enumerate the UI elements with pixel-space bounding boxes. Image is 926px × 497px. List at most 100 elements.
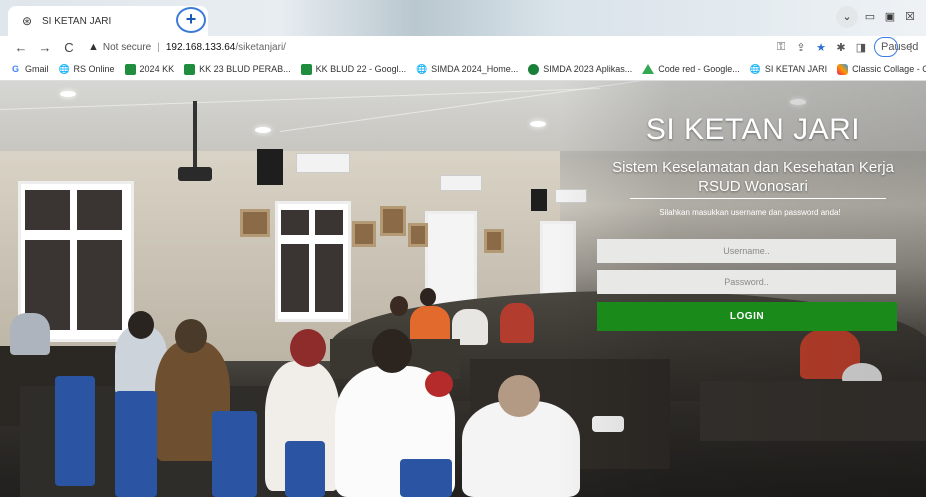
bookmark-item[interactable]: 🌐 RS Online	[59, 64, 115, 75]
globe-icon: 🌐	[416, 63, 428, 74]
bookmark-label: Code red - Google...	[658, 64, 740, 74]
bookmark-label: Gmail	[25, 64, 49, 74]
window-pane	[77, 240, 122, 330]
app-subtitle-line: RSUD Wonosari	[698, 178, 808, 195]
bookmark-label: SIMDA 2024_Home...	[431, 64, 519, 74]
minimize-icon[interactable]: ▭	[862, 9, 878, 25]
sheets-icon	[184, 63, 196, 75]
dot-icon	[528, 63, 540, 75]
window-pane	[281, 210, 309, 235]
chair	[400, 459, 452, 497]
bookmark-item[interactable]: 🌐 SI KETAN JARI	[750, 64, 827, 75]
globe-icon: 🌐	[749, 63, 762, 74]
not-secure-label: Not secure	[102, 41, 152, 53]
person-head	[372, 329, 412, 373]
bookmark-item[interactable]: SIMDA 2023 Aplikas...	[528, 63, 633, 75]
wall-frame	[484, 229, 504, 253]
speaker	[531, 189, 547, 211]
wall-frame	[240, 209, 270, 237]
bookmark-item[interactable]: G Gmail	[10, 64, 49, 75]
bookmark-item[interactable]: 2024 KK	[124, 63, 174, 75]
globe-icon: ⊛	[21, 14, 33, 28]
window-pane	[315, 210, 343, 235]
window-pane	[281, 244, 309, 312]
close-window-icon[interactable]: ☒	[902, 9, 918, 25]
chair	[115, 391, 157, 497]
extensions-icon[interactable]: ✱	[834, 41, 848, 54]
ceiling-light	[60, 91, 76, 97]
login-page: SI KETAN JARI Sistem Keselamatan dan Kes…	[0, 81, 926, 497]
bookmark-item[interactable]: 🌐 SIMDA 2024_Home...	[416, 64, 518, 75]
bookmark-item[interactable]: KK BLUD 22 - Googl...	[300, 63, 407, 75]
omnibox[interactable]: ▲ Not secure | 192.168.133.64 /siketanja…	[88, 41, 774, 53]
window	[275, 201, 351, 322]
toolbar-icons: ⚿ ⇪ ★ ✱ ◨ Paused ⋮	[774, 37, 918, 57]
bookmark-star-icon[interactable]: ★	[814, 41, 828, 54]
chair	[285, 441, 325, 497]
share-icon[interactable]: ⇪	[794, 41, 808, 54]
address-bar-row: ← → C ▲ Not secure | 192.168.133.64 /sik…	[0, 36, 926, 58]
person-head	[175, 319, 207, 353]
bookmarks-bar: G Gmail 🌐 RS Online 2024 KK KK 23 BLUD PERAB.…	[0, 58, 926, 81]
chair	[212, 411, 257, 497]
app-subtitle: Sistem Keselamatan dan Kesehatan Kerja R…	[605, 158, 901, 196]
bookmark-label: SIMDA 2023 Aplikas...	[543, 64, 633, 74]
person-head	[498, 375, 540, 417]
window-pane	[77, 190, 122, 230]
url-path: /siketanjari/	[235, 41, 286, 53]
bookmark-label: SI KETAN JARI	[764, 64, 828, 74]
window-pane	[25, 190, 70, 230]
profile-status: Paused	[881, 41, 919, 53]
person-head	[128, 311, 154, 339]
username-input[interactable]	[597, 239, 896, 263]
ceiling-light	[255, 127, 271, 133]
side-panel-icon[interactable]: ◨	[854, 41, 868, 54]
bookmark-label: KK BLUD 22 - Googl...	[315, 64, 407, 74]
app-subtitle-line: Sistem Keselamatan dan Kesehatan Kerja	[612, 159, 894, 176]
flower-arrangement	[425, 371, 453, 397]
login-button[interactable]: LOGIN	[597, 302, 897, 331]
tab-strip: ⊛ SI KETAN JARI × + ⌄ ▭ ▣ ☒	[0, 0, 926, 36]
window-pane	[315, 244, 343, 312]
back-button[interactable]: ←	[12, 40, 30, 55]
password-input[interactable]	[597, 270, 896, 294]
drive-icon	[642, 64, 655, 74]
air-conditioner	[440, 175, 482, 191]
bookmark-label: KK 23 BLUD PERAB...	[199, 64, 291, 74]
seated-person	[10, 313, 50, 355]
audience-head	[390, 296, 408, 316]
ceiling-light	[530, 121, 546, 127]
menu-icon[interactable]: ⋮	[904, 41, 918, 54]
app-title: SI KETAN JARI	[645, 113, 861, 146]
bookmark-label: RS Online	[73, 64, 115, 74]
maximize-icon[interactable]: ▣	[882, 9, 898, 25]
speaker	[257, 149, 283, 185]
bookmark-item[interactable]: KK 23 BLUD PERAB...	[184, 63, 291, 75]
chevron-down-icon[interactable]: ⌄	[836, 6, 858, 28]
tab-title: SI KETAN JARI	[42, 15, 112, 27]
warning-icon[interactable]: ▲	[88, 41, 99, 53]
bookmark-item[interactable]: Classic Collage - Co...	[837, 63, 926, 75]
collage-icon	[837, 63, 849, 75]
audience-head	[420, 288, 436, 306]
key-icon[interactable]: ⚿	[774, 41, 788, 54]
reload-button[interactable]: C	[60, 40, 78, 55]
wall-frame	[380, 206, 406, 236]
google-icon: G	[11, 63, 19, 74]
profile-button[interactable]: Paused	[874, 37, 919, 57]
bookmark-item[interactable]: Code red - Google...	[642, 64, 740, 74]
bookmark-label: Classic Collage - Co...	[852, 64, 926, 74]
wall-frame	[408, 223, 428, 247]
audience-person	[500, 303, 534, 343]
forward-button[interactable]: →	[36, 40, 54, 55]
chair	[55, 376, 95, 486]
air-conditioner	[296, 153, 350, 173]
url-host: 192.168.133.64	[165, 41, 236, 53]
omnibox-divider: |	[157, 41, 160, 53]
sheets-icon	[300, 63, 312, 75]
new-tab-button[interactable]: +	[176, 7, 206, 33]
window-controls: ⌄ ▭ ▣ ☒	[836, 6, 918, 28]
projector	[178, 167, 212, 181]
title-divider	[630, 198, 886, 199]
sheets-icon	[124, 63, 136, 75]
